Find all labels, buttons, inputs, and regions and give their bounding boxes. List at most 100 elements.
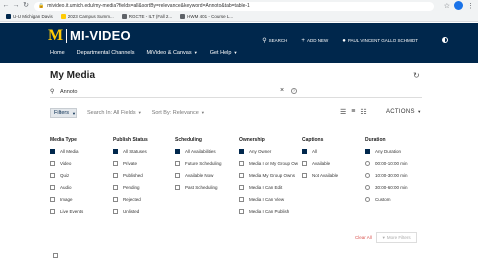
- checkbox[interactable]: [113, 185, 118, 190]
- filter-option[interactable]: Available: [302, 160, 338, 167]
- filter-option[interactable]: All: [302, 148, 338, 155]
- clear-all-link[interactable]: Clear All: [355, 235, 372, 240]
- back-icon[interactable]: ←: [2, 1, 10, 11]
- browser-toolbar: ← → ↻ 🔒 mivideo.it.umich.edu/my-media?fi…: [0, 0, 478, 12]
- filter-option[interactable]: Not Available: [302, 172, 338, 179]
- filter-option[interactable]: Pending: [113, 184, 148, 191]
- more-filters-button[interactable]: ▼ More Filters: [375, 232, 417, 243]
- filter-option[interactable]: Any Duration: [365, 148, 408, 155]
- checkbox[interactable]: [50, 209, 55, 214]
- filter-option[interactable]: Private: [113, 160, 148, 167]
- checkbox[interactable]: [239, 161, 244, 166]
- filter-option[interactable]: All Statuses: [113, 148, 148, 155]
- forward-icon[interactable]: →: [12, 1, 20, 11]
- select-all-checkbox[interactable]: [53, 253, 58, 258]
- actions-dropdown[interactable]: ACTIONS ▼: [386, 109, 421, 115]
- radio-button[interactable]: [365, 185, 370, 190]
- checkbox[interactable]: [113, 209, 118, 214]
- checkbox[interactable]: [175, 173, 180, 178]
- radio-button[interactable]: [365, 173, 370, 178]
- filter-option[interactable]: Custom: [365, 196, 408, 203]
- checkbox[interactable]: [113, 197, 118, 202]
- filter-option[interactable]: Audio: [50, 184, 83, 191]
- checkbox[interactable]: [175, 185, 180, 190]
- checkbox[interactable]: [239, 197, 244, 202]
- search-input[interactable]: [60, 86, 422, 97]
- checkbox[interactable]: [239, 173, 244, 178]
- refresh-icon[interactable]: ↻: [413, 71, 420, 80]
- filter-option[interactable]: Quiz: [50, 172, 83, 179]
- filter-option[interactable]: Published: [113, 172, 148, 179]
- filter-option[interactable]: Media I Can View: [239, 196, 298, 203]
- user-menu[interactable]: ● PAUL VINCENT GALLO SCHMIDT: [342, 38, 418, 44]
- address-bar[interactable]: 🔒 mivideo.it.umich.edu/my-media?fields=a…: [34, 1, 434, 11]
- detailed-view-icon[interactable]: ≡: [351, 108, 355, 116]
- filter-heading: Scheduling: [175, 137, 202, 143]
- sort-by-dropdown[interactable]: Sort By: Relevance ▼: [152, 110, 205, 116]
- checkbox[interactable]: [113, 161, 118, 166]
- filter-option[interactable]: All Media: [50, 148, 83, 155]
- checkbox[interactable]: [239, 149, 244, 154]
- nav-home[interactable]: Home: [50, 50, 65, 56]
- umich-block-m-logo[interactable]: M: [48, 28, 63, 44]
- checkbox[interactable]: [302, 149, 307, 154]
- checkbox[interactable]: [175, 161, 180, 166]
- filter-option[interactable]: Available Now: [175, 172, 222, 179]
- checkbox[interactable]: [50, 161, 55, 166]
- search-in-dropdown[interactable]: Search In: All Fields ▼: [87, 110, 142, 116]
- checkbox[interactable]: [302, 161, 307, 166]
- filter-option[interactable]: Rejected: [113, 196, 148, 203]
- bookmark-item[interactable]: RGCTE - ILT (Fall 2...: [121, 14, 172, 19]
- checkbox[interactable]: [239, 185, 244, 190]
- filter-publish-status: Publish Status All Statuses Private Publ…: [113, 137, 148, 220]
- site-logo-text[interactable]: MI-VIDEO: [70, 29, 131, 43]
- filter-option[interactable]: Image: [50, 196, 83, 203]
- filters-button[interactable]: Filters ▼: [50, 108, 77, 118]
- add-new-button[interactable]: + ADD NEW: [301, 38, 328, 44]
- filter-heading: Duration: [365, 137, 386, 143]
- bookmark-star-icon[interactable]: ☆: [444, 2, 450, 10]
- checkbox[interactable]: [50, 173, 55, 178]
- filter-option[interactable]: Future Scheduling: [175, 160, 222, 167]
- bookmark-item[interactable]: 2023 Campus Summ...: [60, 14, 114, 19]
- checkbox[interactable]: [50, 197, 55, 202]
- filter-option[interactable]: 30:00-60:00 min: [365, 184, 408, 191]
- bookmark-item[interactable]: HWM 401 - Course L...: [180, 14, 233, 19]
- filter-option[interactable]: Media I or My Group Ow: [239, 160, 298, 167]
- filter-option[interactable]: Media I Can Edit: [239, 184, 298, 191]
- header-search-button[interactable]: ⚲ SEARCH: [262, 37, 287, 44]
- filter-option[interactable]: 00:00-10:00 min: [365, 160, 408, 167]
- checkbox[interactable]: [175, 149, 180, 154]
- nav-mivideo-canvas[interactable]: MiVideo & Canvas ▼: [146, 50, 197, 56]
- bookmark-favicon-icon: [121, 14, 127, 19]
- checkbox[interactable]: [50, 149, 55, 154]
- help-icon[interactable]: ?: [291, 88, 297, 94]
- nav-get-help[interactable]: Get Help ▼: [210, 50, 238, 56]
- filter-option[interactable]: Unlisted: [113, 208, 148, 215]
- filter-option[interactable]: Live Events: [50, 208, 83, 215]
- contrast-toggle-icon[interactable]: [442, 37, 448, 43]
- table-view-icon[interactable]: ☷: [360, 108, 366, 116]
- checkbox[interactable]: [113, 149, 118, 154]
- filter-option[interactable]: Past Scheduling: [175, 184, 222, 191]
- checkbox[interactable]: [365, 149, 370, 154]
- list-view-icon[interactable]: ☰: [340, 108, 346, 116]
- filter-option[interactable]: All Availabilities: [175, 148, 222, 155]
- profile-avatar[interactable]: [454, 1, 463, 10]
- browser-menu-icon[interactable]: ⋮: [467, 2, 474, 10]
- radio-button[interactable]: [365, 197, 370, 202]
- filter-option[interactable]: Media I Can Publish: [239, 208, 298, 215]
- filter-option[interactable]: Media My Group Owns: [239, 172, 298, 179]
- bookmark-item[interactable]: U-U Michigan Davis: [6, 14, 53, 19]
- checkbox[interactable]: [302, 173, 307, 178]
- checkbox[interactable]: [113, 173, 118, 178]
- filter-option[interactable]: 10:00-30:00 min: [365, 172, 408, 179]
- filter-option[interactable]: Any Owner: [239, 148, 298, 155]
- reload-icon[interactable]: ↻: [22, 1, 30, 11]
- clear-search-icon[interactable]: ×: [280, 87, 284, 94]
- checkbox[interactable]: [239, 209, 244, 214]
- checkbox[interactable]: [50, 185, 55, 190]
- nav-departmental-channels[interactable]: Departmental Channels: [77, 50, 135, 56]
- radio-button[interactable]: [365, 161, 370, 166]
- filter-option[interactable]: Video: [50, 160, 83, 167]
